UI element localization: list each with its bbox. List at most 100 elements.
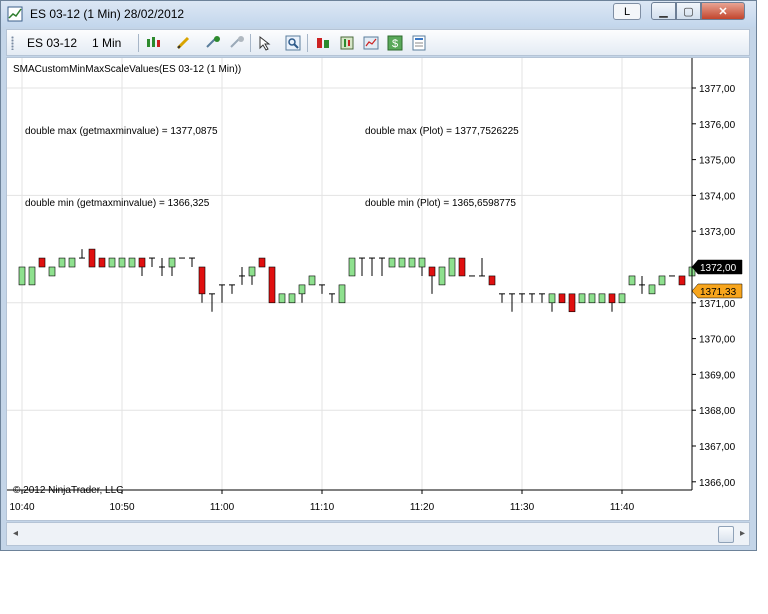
chart-app-icon — [7, 6, 23, 22]
candle — [288, 293, 296, 304]
candle — [628, 275, 636, 286]
candle — [488, 275, 496, 286]
candle — [379, 257, 385, 276]
candle — [598, 293, 606, 304]
maximize-button[interactable]: ▢ — [676, 2, 701, 20]
copyright-notice: © 2012 NinjaTrader, LLC — [13, 485, 123, 496]
candle — [458, 257, 466, 277]
candle-body — [68, 257, 76, 268]
candle — [48, 266, 56, 277]
candle — [418, 257, 426, 276]
x-tick-label: 11:30 — [510, 502, 535, 513]
drawing-pencil-icon[interactable] — [175, 35, 191, 51]
candle — [618, 293, 626, 304]
price-chart[interactable]: 1366,00 1367,00 1368,00 1369,00 1370,00 1371,… — [7, 58, 749, 520]
candle — [149, 257, 155, 267]
x-tick-label: 11:10 — [310, 502, 335, 513]
candle — [568, 293, 576, 313]
chart-properties-icon[interactable] — [363, 35, 379, 51]
candlestick-style-icon[interactable] — [145, 35, 161, 51]
candle-body — [338, 284, 346, 304]
chart-panel[interactable]: 1366,00 1367,00 1368,00 1369,00 1370,00 1371,… — [6, 57, 750, 521]
pointer-arrow-icon[interactable] — [257, 35, 273, 51]
candle — [338, 284, 346, 304]
toolbar-divider — [307, 34, 308, 52]
horizontal-scrollbar[interactable]: ◂ ▸ — [6, 522, 750, 546]
maximize-icon: ▢ — [683, 5, 694, 18]
window-title: ES 03-12 (1 Min) 28/02/2012 — [30, 7, 185, 21]
close-button[interactable]: ✕ — [701, 2, 745, 20]
zoom-icon[interactable] — [285, 35, 301, 51]
candle — [79, 249, 85, 259]
candle — [608, 293, 616, 312]
toolbar-divider — [250, 34, 251, 52]
candle — [278, 293, 286, 304]
candle — [118, 257, 126, 268]
y-tick-label: 1369,00 — [699, 370, 736, 381]
candle-body — [568, 293, 576, 313]
crosshair-icon[interactable] — [205, 35, 221, 51]
cursor-tool-icon[interactable] — [229, 35, 245, 51]
candle-body — [658, 275, 666, 286]
scroll-left-icon[interactable]: ◂ — [13, 528, 18, 539]
candle — [229, 284, 235, 294]
candle-body — [348, 257, 356, 277]
candle-body — [128, 257, 136, 268]
candle — [138, 257, 146, 276]
y-tick-label: 1373,00 — [699, 227, 736, 238]
candle — [18, 266, 26, 286]
candle — [219, 284, 225, 303]
strategies-icon[interactable] — [339, 35, 355, 51]
candle-body — [388, 257, 396, 268]
title-bar[interactable]: ES 03-12 (1 Min) 28/02/2012 L ▁ ▢ ✕ — [1, 1, 756, 27]
candle — [408, 257, 416, 268]
candle-body — [88, 248, 96, 268]
candle-body — [558, 293, 566, 304]
toolbar-divider — [138, 34, 139, 52]
candle — [88, 248, 96, 268]
dollar-icon[interactable]: $ — [387, 35, 403, 51]
candle — [678, 275, 686, 286]
candle-body — [108, 257, 116, 268]
candle-body — [548, 293, 556, 304]
candle — [68, 257, 76, 268]
candle — [248, 266, 256, 285]
candle-body — [578, 293, 586, 304]
candle-body — [448, 257, 456, 277]
y-tick-label: 1375,00 — [699, 156, 736, 167]
y-tick-label: 1371,00 — [699, 299, 736, 310]
candle-body — [138, 257, 146, 268]
candle — [648, 284, 656, 295]
candle — [359, 257, 365, 276]
y-tick-label: 1370,00 — [699, 335, 736, 346]
instrument-selector[interactable]: ES 03-12 — [27, 36, 77, 50]
candle-body — [248, 266, 256, 277]
indicators-icon[interactable] — [315, 35, 331, 51]
candle-body — [28, 266, 36, 286]
candle-body — [298, 284, 306, 295]
candle — [438, 266, 446, 286]
interval-selector[interactable]: 1 Min — [92, 36, 121, 50]
candle-body — [268, 266, 276, 304]
y-tick-label: 1377,00 — [699, 84, 736, 95]
candle-body — [198, 266, 206, 295]
scrollbar-thumb[interactable] — [718, 526, 734, 543]
minimize-icon: ▁ — [659, 5, 668, 18]
candle — [369, 257, 375, 276]
candle — [268, 266, 276, 304]
candle — [189, 257, 195, 267]
close-icon: ✕ — [718, 5, 728, 18]
scroll-right-icon[interactable]: ▸ — [740, 528, 745, 539]
candle-body — [98, 257, 106, 268]
candle — [548, 293, 556, 312]
minimize-button[interactable]: ▁ — [651, 2, 676, 20]
language-indicator[interactable]: L — [613, 3, 641, 20]
toolbar-grip[interactable] — [11, 36, 14, 50]
info-max-plot: double max (Plot) = 1377,7526225 — [365, 126, 519, 137]
candle — [239, 267, 245, 285]
data-box-icon[interactable] — [411, 35, 427, 51]
candle-body — [308, 275, 316, 286]
candle-body — [288, 293, 296, 304]
candle-body — [58, 257, 66, 268]
candle-body — [458, 257, 466, 277]
